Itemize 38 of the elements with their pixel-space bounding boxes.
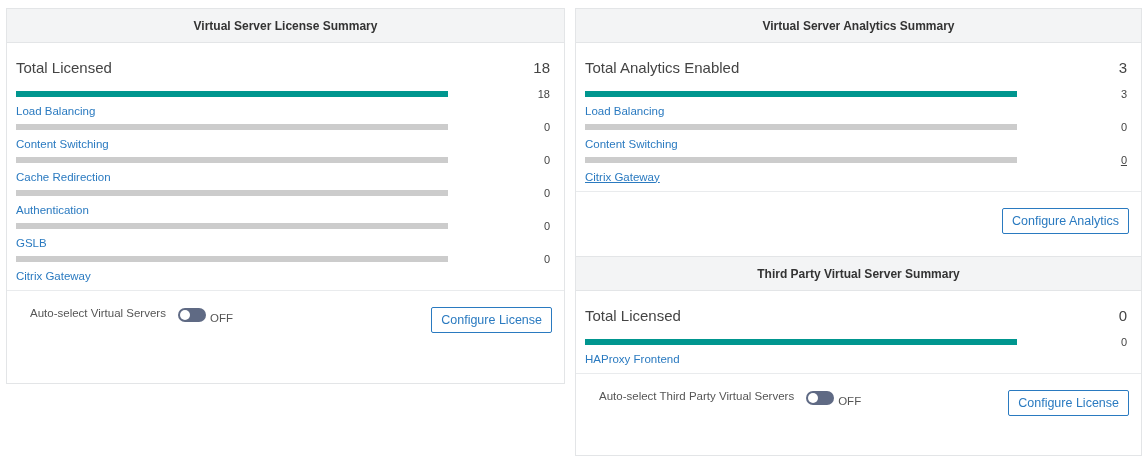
item-count: 0 <box>1120 336 1127 348</box>
total-label: Total Licensed <box>585 307 681 324</box>
item-count: 0 <box>543 253 550 265</box>
item-count: 0 <box>543 154 550 166</box>
item-count: 0 <box>543 220 550 232</box>
panel-title: Virtual Server Analytics Summary <box>576 9 1141 43</box>
auto-select-label: Auto-select Virtual Servers <box>30 307 166 319</box>
item-count: 3 <box>1120 88 1127 100</box>
item-count: 0 <box>1120 121 1127 133</box>
total-label: Total Licensed <box>16 59 112 76</box>
item-link[interactable]: Content Switching <box>16 137 109 154</box>
item-link[interactable]: Content Switching <box>585 137 678 154</box>
item-link[interactable]: Load Balancing <box>16 104 96 121</box>
panel-title: Third Party Virtual Server Summary <box>576 257 1141 291</box>
item-link[interactable]: HAProxy Frontend <box>585 352 680 369</box>
item-count: 0 <box>543 187 550 199</box>
item-count: 0 <box>1120 154 1127 166</box>
total-count: 3 <box>1118 59 1127 76</box>
toggle-switch[interactable] <box>806 391 835 405</box>
item-link[interactable]: Citrix Gateway <box>585 170 660 187</box>
toggle-state: OFF <box>209 312 233 324</box>
item-link[interactable]: Load Balancing <box>585 104 665 121</box>
total-label: Total Analytics Enabled <box>585 59 740 76</box>
panel-title: Virtual Server License Summary <box>7 9 564 43</box>
toggle-switch[interactable] <box>177 308 206 322</box>
item-link[interactable]: Cache Redirection <box>16 170 111 187</box>
item-link[interactable]: Citrix Gateway <box>16 269 91 286</box>
item-link[interactable]: Authentication <box>16 203 89 220</box>
item-count: 18 <box>537 88 550 100</box>
total-count: 18 <box>533 59 550 76</box>
auto-select-label: Auto-select Third Party Virtual Servers <box>599 390 795 402</box>
item-count: 0 <box>543 121 550 133</box>
item-link[interactable]: GSLB <box>16 236 47 253</box>
total-count: 0 <box>1118 307 1127 324</box>
configure-button[interactable]: Configure License <box>1008 390 1129 416</box>
configure-button[interactable]: Configure Analytics <box>1002 208 1129 234</box>
configure-button[interactable]: Configure License <box>431 307 552 333</box>
toggle-state: OFF <box>838 395 862 407</box>
